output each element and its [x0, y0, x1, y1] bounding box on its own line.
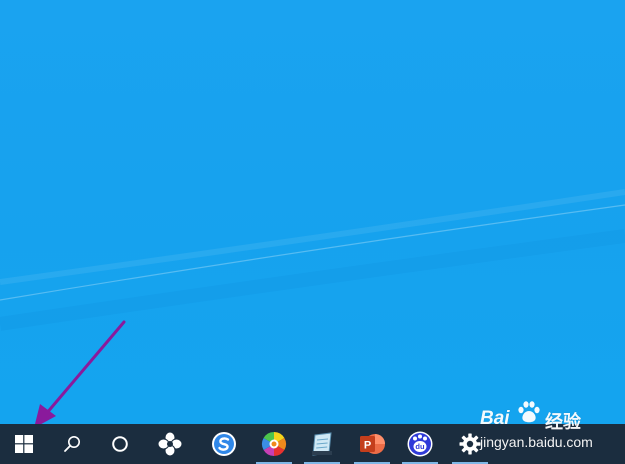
- taskbar-app-flower[interactable]: [146, 424, 194, 464]
- taskbar-app-baidu[interactable]: du: [400, 424, 440, 464]
- taskbar-app-powerpoint[interactable]: P: [352, 424, 392, 464]
- cortana-button[interactable]: [96, 424, 144, 464]
- taskbar-app-sogou[interactable]: [200, 424, 248, 464]
- search-icon: [64, 436, 80, 452]
- color-wheel-icon: [261, 432, 287, 456]
- powerpoint-icon: P: [360, 434, 385, 454]
- search-button[interactable]: [48, 424, 96, 464]
- svg-text:P: P: [364, 440, 371, 452]
- notepad-icon: [312, 432, 332, 456]
- desktop-background: [0, 0, 625, 424]
- watermark-brand: Bai: [480, 408, 510, 429]
- taskbar-app-notepad[interactable]: [302, 424, 342, 464]
- svg-text:du: du: [415, 442, 425, 451]
- baidu-paw-watermark-icon: [518, 401, 540, 423]
- taskbar-app-colorwheel[interactable]: [254, 424, 294, 464]
- gear-icon: [459, 433, 481, 455]
- start-button[interactable]: [0, 424, 48, 464]
- watermark-url: jingyan.baidu.com: [480, 434, 593, 450]
- flower-app-icon: [157, 431, 183, 457]
- cortana-circle-icon: [112, 436, 128, 452]
- annotation-arrow: [35, 320, 126, 424]
- baidu-paw-icon: du: [407, 431, 433, 457]
- watermark-brand-suffix: 经验: [545, 412, 581, 432]
- windows-logo-icon: [15, 435, 33, 453]
- s-browser-icon: [212, 432, 236, 456]
